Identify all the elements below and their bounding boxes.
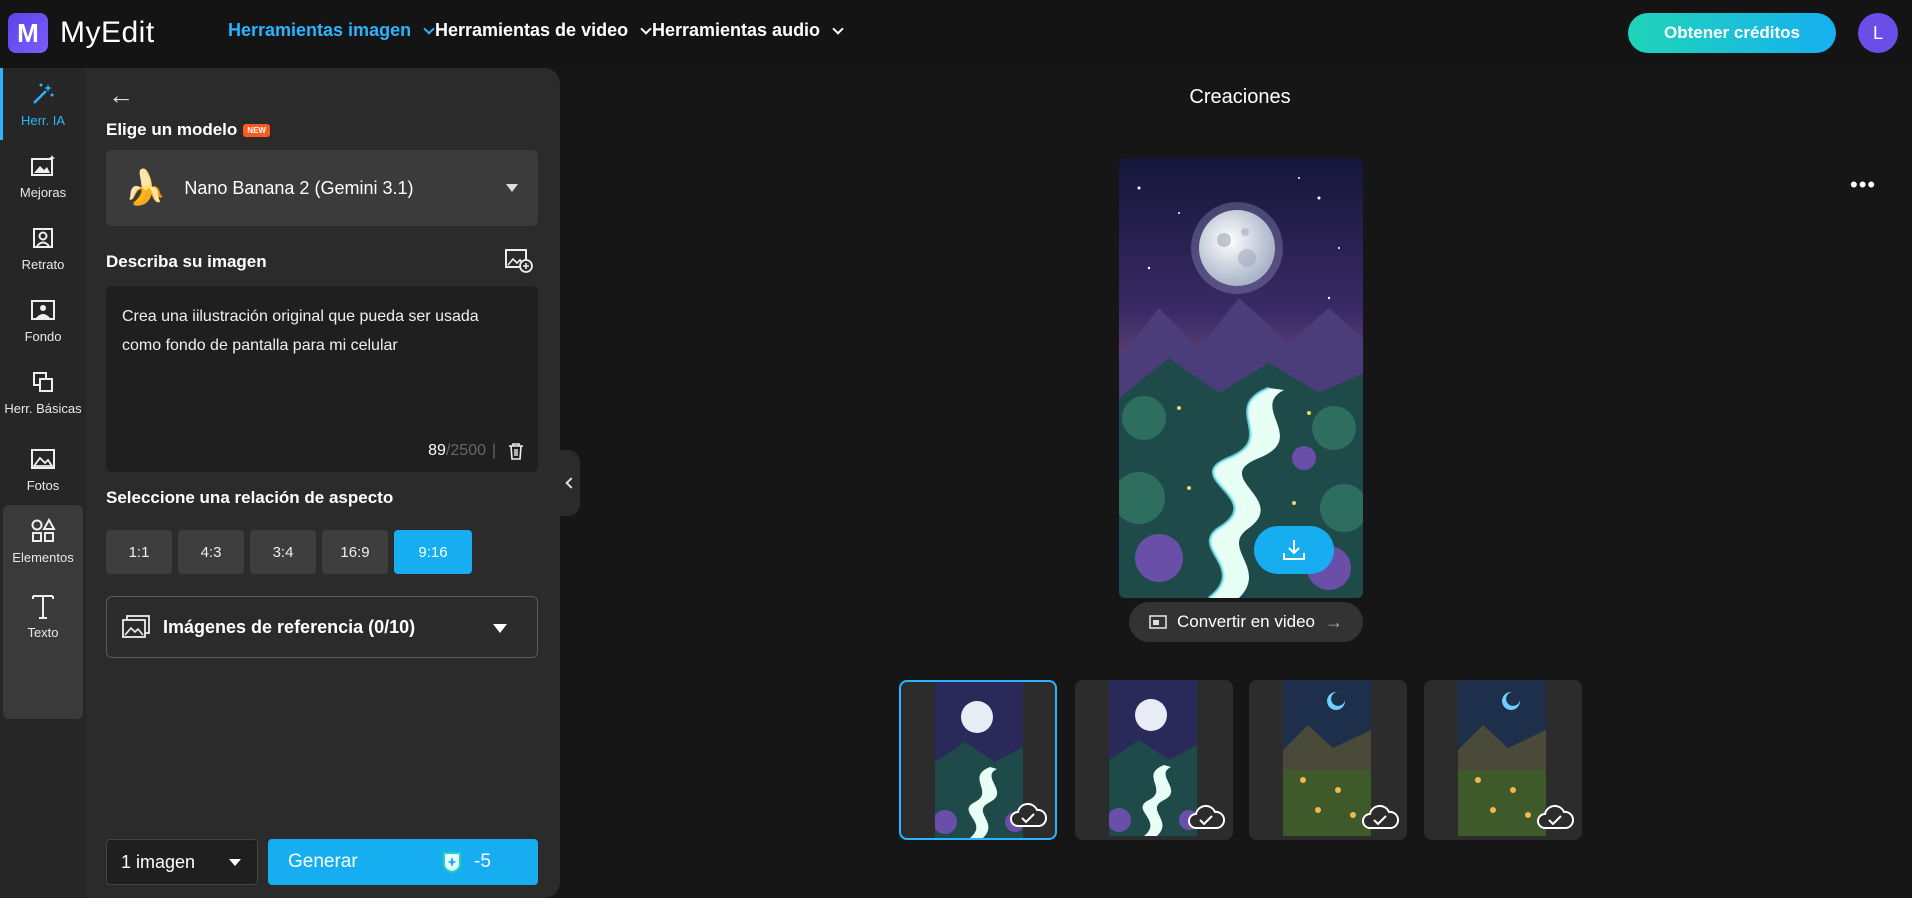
download-button[interactable]	[1254, 526, 1334, 574]
nav-image-tools[interactable]: Herramientas imagen	[228, 20, 435, 41]
rail-item-background[interactable]: Fondo	[3, 284, 83, 356]
chevron-left-icon	[565, 477, 577, 489]
avatar[interactable]: L	[1858, 13, 1898, 53]
image-count-value: 1 imagen	[121, 851, 196, 872]
nav-video-tools-label: Herramientas de video	[435, 20, 629, 40]
chevron-down-icon	[640, 22, 652, 35]
rail-item-label: Herr. Básicas	[4, 400, 82, 416]
arrow-right-icon: →	[1324, 611, 1343, 632]
char-max: /2500	[445, 442, 486, 459]
new-badge: NEW	[243, 124, 270, 138]
rail-item-label: Elementos	[12, 549, 74, 565]
rail-item-label: Fondo	[24, 328, 62, 344]
credit-icon	[443, 852, 461, 874]
photo-icon	[29, 446, 57, 472]
generate-cost: -5	[474, 851, 491, 872]
char-count: 89	[428, 442, 446, 459]
thumbnail-4[interactable]	[1424, 680, 1582, 840]
banana-icon: 🍌	[124, 169, 167, 207]
cloud-saved-icon	[1537, 804, 1574, 829]
counter-divider: |	[491, 442, 496, 459]
top-bar: M MyEdit Herramientas imagen Herramienta…	[0, 0, 1912, 68]
rail-item-label: Texto	[27, 624, 59, 640]
rail-item-label: Retrato	[21, 256, 65, 272]
collapse-panel-button[interactable]	[558, 450, 580, 516]
reference-images-dropdown[interactable]: Imágenes de referencia (0/10)	[106, 596, 538, 658]
convert-label: Convertir en video	[1177, 612, 1315, 631]
nav-audio-tools[interactable]: Herramientas audio	[652, 20, 844, 41]
page-title: Creaciones	[1189, 86, 1291, 108]
prompt-textarea[interactable]: Crea una iilustración original que pueda…	[106, 286, 538, 472]
thumbnail-image	[1283, 680, 1371, 836]
rail-item-basic-tools[interactable]: Herr. Básicas	[3, 356, 83, 428]
download-icon	[1283, 540, 1305, 560]
rail-item-label: Fotos	[26, 477, 60, 493]
logo-icon: M	[8, 13, 48, 53]
ratio-3-4-button[interactable]: 3:4	[250, 530, 316, 574]
image-enhance-icon	[29, 153, 57, 179]
rail-item-label: Mejoras	[19, 184, 67, 200]
thumbnail-2[interactable]	[1075, 680, 1233, 840]
chevron-down-icon	[423, 22, 435, 35]
back-arrow-icon[interactable]: ←	[108, 80, 134, 111]
get-credits-button[interactable]: Obtener créditos	[1628, 13, 1836, 53]
thumbnail-image	[1109, 680, 1197, 836]
model-dropdown[interactable]: 🍌 Nano Banana 2 (Gemini 3.1)	[106, 150, 538, 226]
rail-item-portrait[interactable]: Retrato	[3, 212, 83, 284]
images-icon	[122, 615, 150, 638]
caret-down-icon	[229, 859, 241, 866]
nav-image-tools-label: Herramientas imagen	[228, 20, 412, 40]
char-counter: 89/2500	[428, 442, 486, 460]
ratio-1-1-button[interactable]: 1:1	[106, 530, 172, 574]
video-icon	[1149, 615, 1167, 629]
thumbnail-3[interactable]	[1249, 680, 1407, 840]
rail-item-ai-tools[interactable]: Herr. IA	[0, 68, 83, 140]
more-options-icon[interactable]: •••	[1850, 172, 1876, 198]
shapes-icon	[29, 517, 57, 544]
ratio-16-9-button[interactable]: 16:9	[322, 530, 388, 574]
ratio-4-3-button[interactable]: 4:3	[178, 530, 244, 574]
nav-video-tools[interactable]: Herramientas de video	[435, 20, 652, 41]
cloud-saved-icon	[1362, 804, 1399, 829]
aspect-ratio-label: Seleccione una relación de aspecto	[106, 488, 394, 507]
reference-images-label: Imágenes de referencia (0/10)	[163, 616, 416, 637]
rail-item-enhance[interactable]: Mejoras	[3, 140, 83, 212]
app-name: MyEdit	[60, 16, 155, 49]
logo[interactable]: M MyEdit	[8, 13, 155, 53]
generate-label: Generar	[288, 851, 358, 872]
text-icon	[29, 593, 57, 619]
caret-down-icon	[493, 624, 507, 633]
rail-item-elements[interactable]: Elementos	[3, 505, 83, 577]
trash-icon[interactable]	[508, 442, 524, 460]
aspect-ratio-group: 1:1 4:3 3:4 16:9 9:16	[106, 530, 472, 574]
rail-item-label: Herr. IA	[20, 112, 66, 128]
image-count-select[interactable]: 1 imagen	[106, 839, 258, 885]
chevron-down-icon	[832, 22, 844, 35]
thumbnail-image	[1458, 680, 1546, 836]
generate-button[interactable]: Generar -5	[268, 839, 538, 885]
cloud-saved-icon	[1188, 804, 1225, 829]
magic-wand-icon	[29, 81, 57, 107]
crop-icon	[29, 369, 57, 395]
background-icon	[29, 297, 57, 323]
prompt-text[interactable]: Crea una iilustración original que pueda…	[122, 302, 522, 360]
describe-label: Describa su imagen	[106, 252, 267, 271]
cloud-saved-icon	[1010, 802, 1047, 827]
nav-audio-tools-label: Herramientas audio	[652, 20, 821, 40]
rail-item-photos[interactable]: Fotos	[3, 433, 83, 505]
add-image-icon[interactable]	[504, 248, 534, 274]
tool-rail: Herr. IA Mejoras Retrato Fondo Herr. Bás…	[0, 68, 86, 898]
ratio-9-16-button[interactable]: 9:16	[394, 530, 472, 574]
convert-to-video-button[interactable]: Convertir en video →	[1129, 602, 1363, 642]
model-label: Elige un modelo NEW	[106, 120, 270, 140]
rail-item-text[interactable]: Texto	[3, 580, 83, 652]
model-name: Nano Banana 2 (Gemini 3.1)	[184, 177, 414, 198]
caret-down-icon	[506, 184, 518, 192]
portrait-icon	[29, 225, 57, 251]
thumbnail-1[interactable]	[899, 680, 1057, 840]
model-label-text: Elige un modelo	[106, 120, 238, 139]
ai-generator-panel: ← Elige un modelo NEW 🍌 Nano Banana 2 (Ge…	[86, 68, 560, 898]
